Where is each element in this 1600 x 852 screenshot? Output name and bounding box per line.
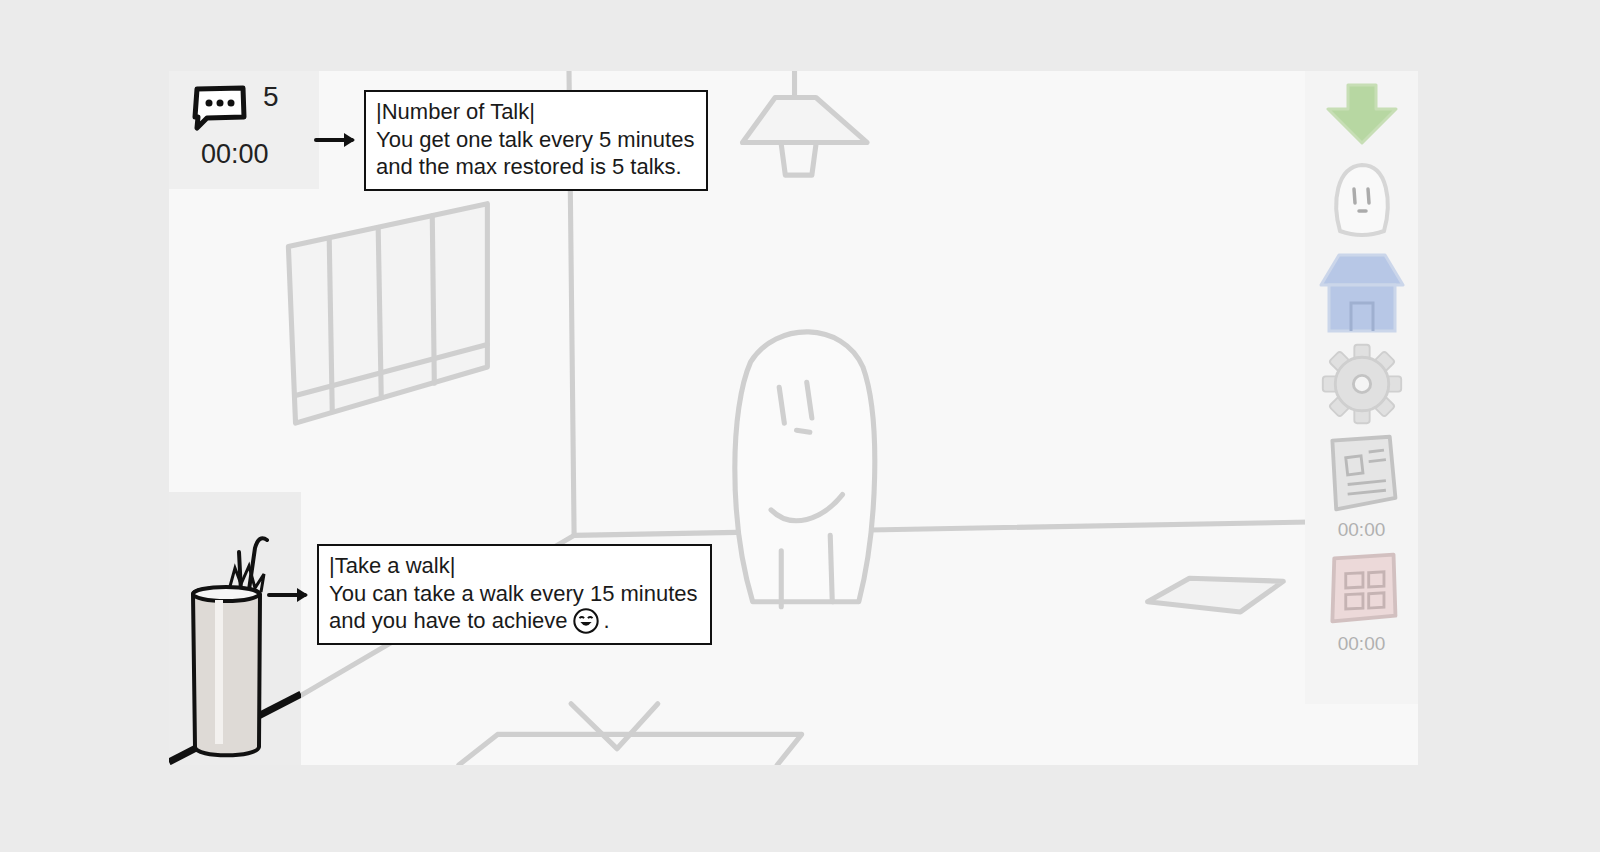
side-menu-item[interactable] [1317, 247, 1407, 337]
side-menu-item[interactable] [1322, 153, 1402, 243]
talk-counter[interactable]: 5 00:00 [169, 71, 319, 189]
tooltip-box: |Number of Talk| You get one talk every … [364, 90, 708, 191]
side-menu-item[interactable] [1319, 341, 1405, 427]
house-icon [1317, 247, 1407, 337]
paper-on-floor [1148, 578, 1284, 612]
tooltip-line: and you have to achieve . [329, 607, 698, 635]
tooltip-line: You get one talk every 5 minutes [376, 126, 694, 154]
talk-count: 5 [263, 83, 279, 111]
side-menu-item[interactable] [1322, 79, 1402, 149]
ghost-icon [1322, 153, 1402, 243]
download-arrow-icon [1322, 79, 1402, 149]
pointer-arrow-icon [267, 585, 311, 605]
side-menu: 00:00 00:00 [1305, 71, 1418, 704]
talk-timer: 00:00 [189, 139, 309, 170]
table-icon [459, 704, 802, 765]
tooltip-line: and the max restored is 5 talks. [376, 153, 694, 181]
side-menu-timer: 00:00 [1338, 633, 1386, 655]
newspaper-icon [1319, 431, 1405, 517]
lamp-icon [742, 71, 866, 175]
tutorial-tooltip: |Take a walk| You can take a walk every … [267, 544, 712, 645]
tooltip-box: |Take a walk| You can take a walk every … [317, 544, 712, 645]
game-screen: 5 00:00 |Number of Talk| You get one tal… [169, 71, 1418, 765]
tooltip-title: |Number of Talk| [376, 98, 694, 126]
tooltip-title: |Take a walk| [329, 552, 698, 580]
side-menu-item[interactable]: 00:00 [1319, 431, 1405, 541]
side-menu-timer: 00:00 [1338, 519, 1386, 541]
umbrella-stand-icon [169, 492, 301, 765]
tutorial-tooltip: |Number of Talk| You get one talk every … [314, 90, 708, 191]
tooltip-line: You can take a walk every 15 minutes [329, 580, 698, 608]
window-icon [288, 204, 487, 423]
side-menu-item[interactable]: 00:00 [1319, 545, 1405, 655]
speech-bubble-icon [189, 83, 249, 131]
happy-face-icon [572, 607, 600, 635]
room-scene [169, 71, 1418, 765]
calendar-icon [1319, 545, 1405, 631]
walk-button[interactable] [169, 492, 301, 765]
gear-icon [1319, 341, 1405, 427]
character-icon [735, 332, 875, 607]
pointer-arrow-icon [314, 130, 358, 150]
